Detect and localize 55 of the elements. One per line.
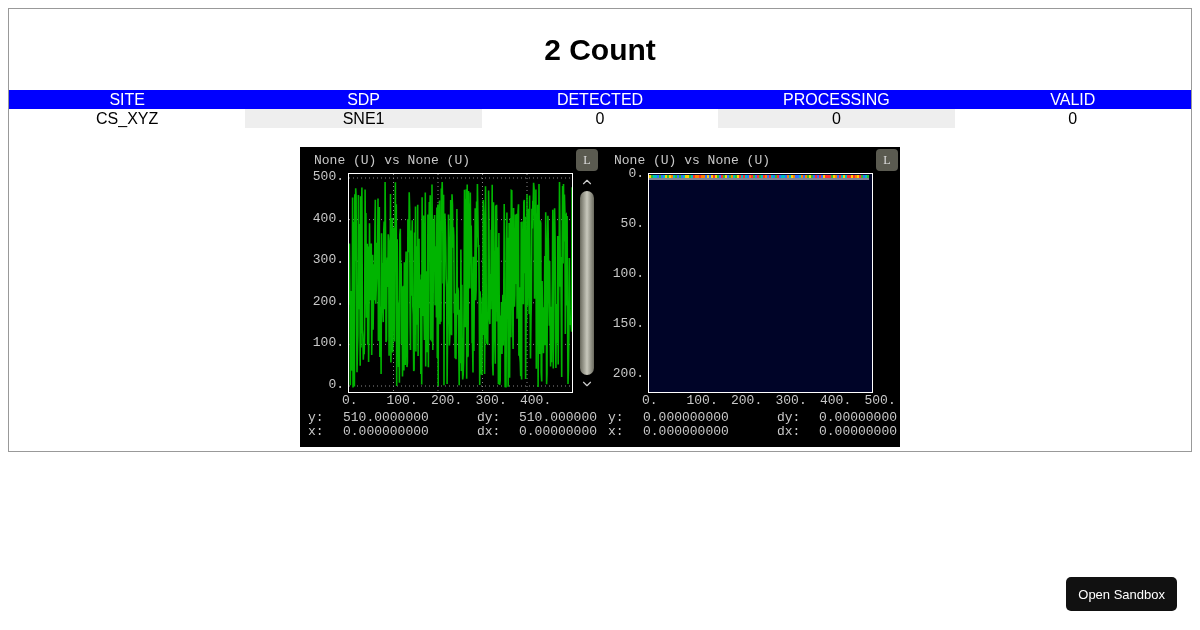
y-tick-label: 500. (312, 170, 344, 184)
readout-value: 0.000000000 (643, 411, 730, 425)
readout-label: dy: (477, 411, 502, 425)
column-header: SDP (245, 90, 482, 109)
open-sandbox-button[interactable]: Open Sandbox (1066, 577, 1177, 611)
readout-value: 510.000000 (519, 411, 598, 425)
readout-value: 0.00000000 (519, 425, 598, 439)
readout-value: 0.000000000 (343, 425, 430, 439)
x-tick-label: 400. (520, 394, 552, 408)
readout-label: dx: (777, 425, 802, 439)
readout-label: x: (308, 425, 325, 439)
table-cell: 0 (718, 109, 955, 128)
table-cell: SNE1 (245, 109, 482, 128)
readout-value: 0.00000000 (819, 425, 898, 439)
x-tick-label: 100. (686, 394, 718, 408)
y-tick-label: 200. (312, 294, 344, 309)
column-header: PROCESSING (718, 90, 955, 109)
x-tick-label: 0. (642, 394, 658, 408)
y-tick-label: 0. (628, 167, 644, 181)
x-tick-label: 200. (731, 394, 763, 408)
y-tick-label: 100. (312, 336, 344, 351)
y-tick-label: 400. (312, 211, 344, 226)
readout-value: 0.000000000 (643, 425, 730, 439)
column-header: DETECTED (481, 90, 719, 109)
x-tick-label: 100. (386, 394, 418, 408)
readout-label: x: (608, 425, 625, 439)
scrollbar-thumb[interactable] (579, 191, 594, 375)
readout-label: y: (608, 411, 625, 425)
y-tick-label: 300. (312, 253, 344, 268)
x-tick-label: 500. (864, 394, 896, 408)
x-tick-label: 0. (342, 394, 358, 408)
readout-label: dy: (777, 411, 802, 425)
readout-label: dx: (477, 425, 502, 439)
plot-l-button[interactable]: L (576, 149, 598, 171)
y-tick-label: 0. (328, 378, 344, 392)
readout-label: y: (308, 411, 325, 425)
y-tick-label: 100. (612, 267, 644, 281)
plot-l-button[interactable]: L (876, 149, 898, 171)
table-cell-text: 0 (1067, 109, 1079, 128)
x-tick-label: 200. (431, 394, 463, 408)
y-tick-label: 150. (612, 317, 644, 331)
x-tick-label: 300. (775, 394, 807, 408)
x-tick-label: 400. (820, 394, 852, 408)
x-tick-label: 300. (475, 394, 507, 408)
table-cell-text: 0 (594, 109, 606, 128)
plot-title: None (U) vs None (U) (314, 152, 471, 168)
table-cell-text: CS_XYZ (95, 109, 160, 128)
y-tick-label: 50. (620, 217, 644, 231)
readout-value: 510.0000000 (343, 411, 430, 425)
plot-title: None (U) vs None (U) (614, 152, 771, 168)
column-header: VALID (954, 90, 1191, 109)
page-title: 2 Count (544, 31, 656, 68)
y-tick-label: 200. (612, 367, 644, 381)
column-header: SITE (9, 90, 246, 109)
readout-value: 0.00000000 (819, 411, 898, 425)
